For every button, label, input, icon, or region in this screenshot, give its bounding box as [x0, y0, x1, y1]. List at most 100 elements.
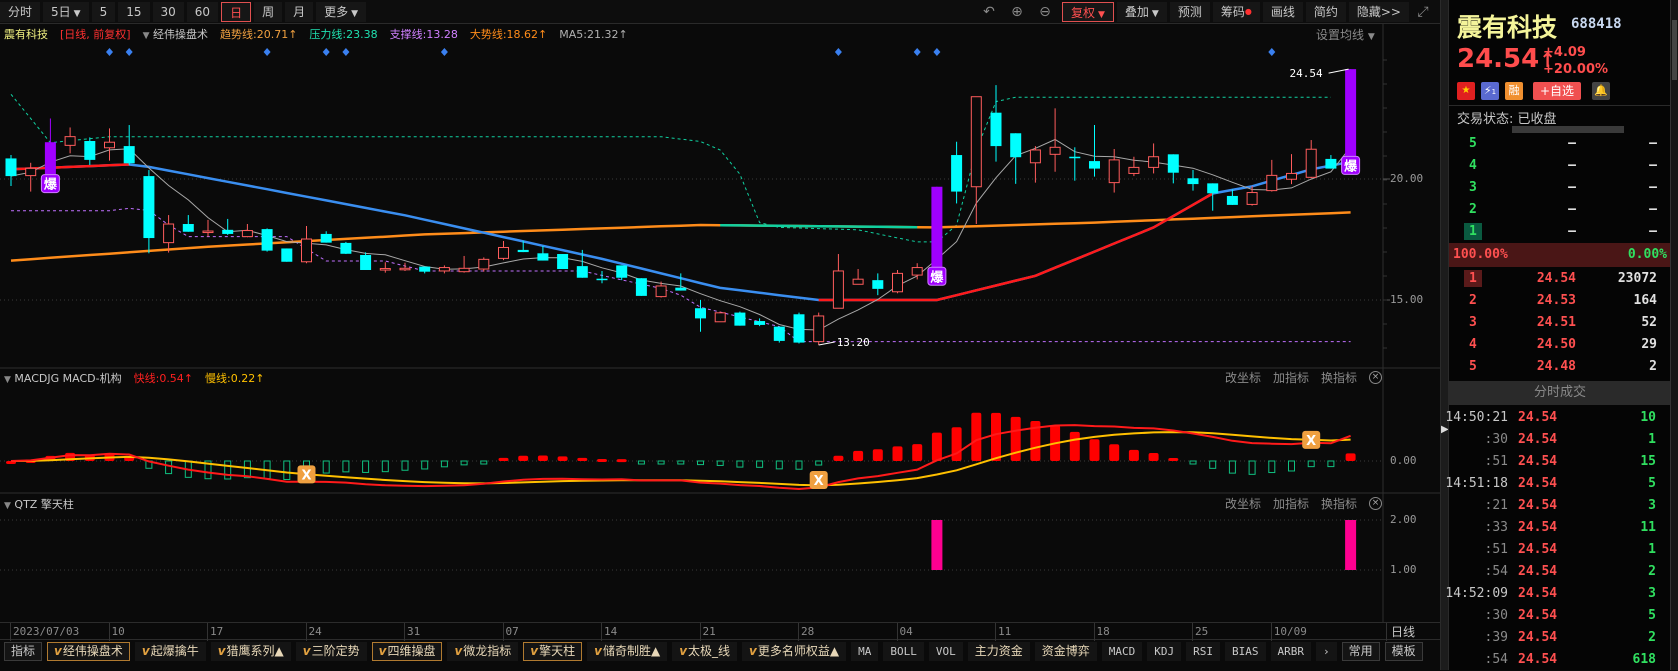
candlestick[interactable] [1246, 186, 1258, 206]
candlestick[interactable] [990, 85, 1002, 162]
switch-indicator-button[interactable]: 换指标 [1321, 495, 1357, 512]
candlestick[interactable] [1010, 133, 1022, 184]
candlestick[interactable] [537, 246, 549, 261]
candlestick[interactable] [1148, 143, 1160, 174]
macd-indicator-name[interactable]: ▼ MACDJG MACD-机构 [4, 370, 122, 386]
indicator-tab[interactable]: 主力资金 [967, 642, 1030, 661]
indicator-tab[interactable]: RSI [1186, 642, 1221, 661]
candlestick[interactable] [1029, 146, 1041, 183]
candlestick[interactable] [892, 269, 903, 294]
indicator-tab[interactable]: 指标 [4, 642, 43, 661]
panel-splitter[interactable]: ▶ [1440, 0, 1449, 670]
candlestick[interactable] [438, 265, 450, 274]
add-watchlist-button[interactable]: +自选 [1533, 82, 1581, 100]
candlestick[interactable] [123, 125, 135, 165]
candlestick[interactable] [458, 255, 470, 273]
flash-icon[interactable]: ⚡1 [1481, 82, 1499, 100]
indicator-tab[interactable]: 常用 [1341, 642, 1380, 661]
candlestick[interactable] [261, 228, 273, 252]
indicator-tab[interactable]: VOL [928, 642, 963, 661]
candlestick[interactable] [1266, 159, 1278, 192]
candlestick[interactable] [813, 312, 825, 346]
candlestick[interactable] [84, 137, 96, 165]
indicator-tab[interactable]: 资金博弈 [1034, 642, 1097, 661]
bid-level-row[interactable]: 4 24.50 29 [1449, 334, 1671, 356]
candlestick[interactable] [399, 262, 411, 271]
candlestick[interactable] [773, 326, 785, 343]
margin-badge[interactable]: 融 [1505, 82, 1523, 100]
indicator-tab[interactable]: v三阶定势 [295, 642, 367, 661]
candlestick[interactable] [222, 218, 234, 235]
candlestick[interactable] [320, 231, 332, 243]
candlestick[interactable] [1325, 155, 1337, 169]
candlestick[interactable] [872, 273, 884, 296]
candlestick[interactable] [793, 312, 805, 344]
candlestick[interactable] [498, 240, 509, 261]
bid-level-row[interactable]: 1 24.54 23072 [1449, 268, 1671, 290]
indicator-tab[interactable]: ARBR [1270, 642, 1312, 661]
change-axis-button[interactable]: 改坐标 [1225, 495, 1261, 512]
candlestick[interactable] [379, 262, 391, 273]
ask-level-row[interactable]: 4 — — [1449, 155, 1671, 177]
ask-level-row[interactable]: 2 — — [1449, 199, 1671, 221]
candlestick[interactable] [478, 257, 490, 272]
close-icon[interactable]: × [1369, 497, 1383, 510]
kline-chart[interactable]: 爆爆爆24.5413.20X XX [0, 0, 1440, 622]
candlestick[interactable] [911, 263, 923, 280]
panel-scroll-handle[interactable] [1512, 126, 1624, 133]
change-axis-button[interactable]: 改坐标 [1225, 369, 1261, 386]
candlestick[interactable] [832, 254, 844, 309]
candlestick[interactable] [419, 266, 431, 274]
indicator-tab[interactable]: v四维操盘 [371, 642, 443, 661]
indicator-tab[interactable]: MACD [1101, 642, 1143, 661]
add-indicator-button[interactable]: 加指标 [1273, 495, 1309, 512]
candlestick[interactable] [104, 128, 115, 161]
indicator-tab[interactable]: 模板 [1384, 642, 1423, 661]
indicator-tab[interactable]: BIAS [1225, 642, 1266, 661]
indicator-tab[interactable]: v更多名师权益▲ [742, 642, 847, 661]
candlestick[interactable] [1089, 125, 1100, 177]
candlestick[interactable] [340, 241, 352, 255]
indicator-tab[interactable]: KDJ [1147, 642, 1182, 661]
candlestick[interactable] [281, 248, 293, 262]
indicator-tab[interactable]: v太极_线 [672, 642, 738, 661]
bid-level-row[interactable]: 5 24.48 2 [1449, 356, 1671, 378]
candlestick[interactable] [1305, 140, 1317, 179]
indicator-tab[interactable]: v经伟操盘术 [47, 642, 130, 661]
candlestick[interactable]: 爆 [927, 186, 947, 286]
candlestick[interactable] [754, 318, 766, 327]
candlestick[interactable] [1187, 170, 1199, 191]
indicator-tab[interactable]: v储奇制胜▲ [587, 642, 668, 661]
candlestick[interactable] [557, 254, 569, 270]
right-scrollbar[interactable] [1670, 0, 1678, 670]
bid-level-row[interactable]: 2 24.53 164 [1449, 290, 1671, 312]
candlestick[interactable] [616, 265, 628, 281]
trades-title[interactable]: 分时成交 [1449, 381, 1671, 405]
qtz-indicator-name[interactable]: ▼ QTZ 擎天柱 [4, 496, 74, 512]
candlestick[interactable] [1108, 148, 1120, 193]
bid-level-row[interactable]: 3 24.51 52 [1449, 312, 1671, 334]
ask-level-row[interactable]: 3 — — [1449, 177, 1671, 199]
candlestick[interactable] [163, 215, 175, 253]
indicator-tab[interactable]: v微龙指标 [447, 642, 519, 661]
candlestick[interactable] [970, 96, 982, 225]
candlestick[interactable] [143, 170, 155, 254]
candlestick[interactable]: 爆 [1341, 69, 1361, 175]
china-flag-icon[interactable]: ★ [1457, 82, 1475, 100]
candlestick[interactable] [714, 311, 726, 323]
ask-level-row[interactable]: 5 — — [1449, 133, 1671, 155]
candlestick[interactable] [202, 219, 214, 237]
candlestick[interactable] [852, 269, 864, 285]
close-icon[interactable]: × [1369, 371, 1383, 384]
candlestick[interactable] [241, 224, 253, 238]
switch-indicator-button[interactable]: 换指标 [1321, 369, 1357, 386]
indicator-tab[interactable]: v起爆擒牛 [134, 642, 206, 661]
ask-level-row[interactable]: 1 — — [1449, 221, 1671, 243]
candlestick[interactable] [64, 127, 76, 154]
indicator-tab[interactable]: BOLL [883, 642, 924, 661]
candlestick[interactable] [182, 215, 194, 232]
candlestick[interactable]: 爆 [40, 118, 60, 194]
candlestick[interactable] [5, 155, 17, 187]
candlestick[interactable] [951, 141, 963, 204]
candlestick[interactable] [675, 273, 687, 291]
